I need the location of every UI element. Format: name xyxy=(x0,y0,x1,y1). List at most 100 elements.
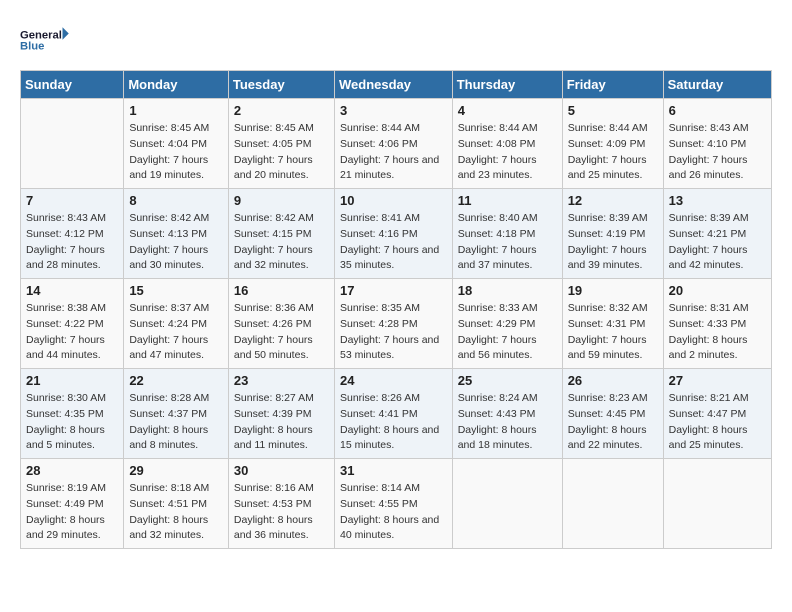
day-number: 20 xyxy=(669,283,766,298)
weekday-header-saturday: Saturday xyxy=(663,71,771,99)
calendar-cell: 27 Sunrise: 8:21 AMSunset: 4:47 PMDayligh… xyxy=(663,369,771,459)
day-number: 12 xyxy=(568,193,658,208)
day-info: Sunrise: 8:43 AMSunset: 4:12 PMDaylight:… xyxy=(26,211,118,274)
day-number: 13 xyxy=(669,193,766,208)
weekday-header-tuesday: Tuesday xyxy=(228,71,334,99)
calendar-cell: 6 Sunrise: 8:43 AMSunset: 4:10 PMDaylight… xyxy=(663,99,771,189)
page-header: General Blue xyxy=(20,20,772,60)
day-info: Sunrise: 8:39 AMSunset: 4:19 PMDaylight:… xyxy=(568,211,658,274)
day-info: Sunrise: 8:33 AMSunset: 4:29 PMDaylight:… xyxy=(458,301,557,364)
day-info: Sunrise: 8:37 AMSunset: 4:24 PMDaylight:… xyxy=(129,301,223,364)
day-info: Sunrise: 8:42 AMSunset: 4:13 PMDaylight:… xyxy=(129,211,223,274)
weekday-header-row: SundayMondayTuesdayWednesdayThursdayFrid… xyxy=(21,71,772,99)
day-info: Sunrise: 8:23 AMSunset: 4:45 PMDaylight:… xyxy=(568,391,658,454)
calendar-cell: 15 Sunrise: 8:37 AMSunset: 4:24 PMDayligh… xyxy=(124,279,229,369)
calendar-row-5: 28 Sunrise: 8:19 AMSunset: 4:49 PMDayligh… xyxy=(21,459,772,549)
day-info: Sunrise: 8:28 AMSunset: 4:37 PMDaylight:… xyxy=(129,391,223,454)
calendar-table: SundayMondayTuesdayWednesdayThursdayFrid… xyxy=(20,70,772,549)
svg-text:General: General xyxy=(20,29,62,41)
calendar-cell: 24Sunrise: 8:26 AMSunset: 4:41 PMDayligh… xyxy=(334,369,452,459)
weekday-header-friday: Friday xyxy=(562,71,663,99)
calendar-cell: 1 Sunrise: 8:45 AMSunset: 4:04 PMDaylight… xyxy=(124,99,229,189)
day-info: Sunrise: 8:31 AMSunset: 4:33 PMDaylight:… xyxy=(669,301,766,364)
calendar-cell: 9 Sunrise: 8:42 AMSunset: 4:15 PMDaylight… xyxy=(228,189,334,279)
calendar-cell: 12 Sunrise: 8:39 AMSunset: 4:19 PMDayligh… xyxy=(562,189,663,279)
logo: General Blue xyxy=(20,20,70,60)
calendar-row-3: 14Sunrise: 8:38 AMSunset: 4:22 PMDayligh… xyxy=(21,279,772,369)
calendar-cell: 21Sunrise: 8:30 AMSunset: 4:35 PMDayligh… xyxy=(21,369,124,459)
calendar-cell: 16Sunrise: 8:36 AMSunset: 4:26 PMDayligh… xyxy=(228,279,334,369)
calendar-cell: 11 Sunrise: 8:40 AMSunset: 4:18 PMDayligh… xyxy=(452,189,562,279)
day-info: Sunrise: 8:40 AMSunset: 4:18 PMDaylight:… xyxy=(458,211,557,274)
day-info: Sunrise: 8:24 AMSunset: 4:43 PMDaylight:… xyxy=(458,391,557,454)
calendar-row-4: 21Sunrise: 8:30 AMSunset: 4:35 PMDayligh… xyxy=(21,369,772,459)
day-info: Sunrise: 8:44 AMSunset: 4:06 PMDaylight:… xyxy=(340,121,447,184)
calendar-cell: 25 Sunrise: 8:24 AMSunset: 4:43 PMDayligh… xyxy=(452,369,562,459)
day-info: Sunrise: 8:16 AMSunset: 4:53 PMDaylight:… xyxy=(234,481,329,544)
calendar-cell: 19Sunrise: 8:32 AMSunset: 4:31 PMDayligh… xyxy=(562,279,663,369)
day-info: Sunrise: 8:19 AMSunset: 4:49 PMDaylight:… xyxy=(26,481,118,544)
calendar-cell: 17Sunrise: 8:35 AMSunset: 4:28 PMDayligh… xyxy=(334,279,452,369)
calendar-cell: 26Sunrise: 8:23 AMSunset: 4:45 PMDayligh… xyxy=(562,369,663,459)
day-info: Sunrise: 8:45 AMSunset: 4:05 PMDaylight:… xyxy=(234,121,329,184)
day-number: 25 xyxy=(458,373,557,388)
day-info: Sunrise: 8:42 AMSunset: 4:15 PMDaylight:… xyxy=(234,211,329,274)
day-info: Sunrise: 8:35 AMSunset: 4:28 PMDaylight:… xyxy=(340,301,447,364)
calendar-cell: 5 Sunrise: 8:44 AMSunset: 4:09 PMDaylight… xyxy=(562,99,663,189)
calendar-cell: 23 Sunrise: 8:27 AMSunset: 4:39 PMDayligh… xyxy=(228,369,334,459)
calendar-cell: 22 Sunrise: 8:28 AMSunset: 4:37 PMDayligh… xyxy=(124,369,229,459)
day-number: 6 xyxy=(669,103,766,118)
calendar-row-1: 1 Sunrise: 8:45 AMSunset: 4:04 PMDaylight… xyxy=(21,99,772,189)
calendar-row-2: 7Sunrise: 8:43 AMSunset: 4:12 PMDaylight… xyxy=(21,189,772,279)
day-number: 15 xyxy=(129,283,223,298)
day-number: 4 xyxy=(458,103,557,118)
day-info: Sunrise: 8:26 AMSunset: 4:41 PMDaylight:… xyxy=(340,391,447,454)
calendar-cell xyxy=(663,459,771,549)
day-number: 8 xyxy=(129,193,223,208)
day-info: Sunrise: 8:44 AMSunset: 4:08 PMDaylight:… xyxy=(458,121,557,184)
day-info: Sunrise: 8:39 AMSunset: 4:21 PMDaylight:… xyxy=(669,211,766,274)
day-info: Sunrise: 8:21 AMSunset: 4:47 PMDaylight:… xyxy=(669,391,766,454)
calendar-cell: 28 Sunrise: 8:19 AMSunset: 4:49 PMDayligh… xyxy=(21,459,124,549)
day-number: 27 xyxy=(669,373,766,388)
calendar-cell: 18 Sunrise: 8:33 AMSunset: 4:29 PMDayligh… xyxy=(452,279,562,369)
calendar-cell: 10Sunrise: 8:41 AMSunset: 4:16 PMDayligh… xyxy=(334,189,452,279)
calendar-cell: 2 Sunrise: 8:45 AMSunset: 4:05 PMDaylight… xyxy=(228,99,334,189)
weekday-header-wednesday: Wednesday xyxy=(334,71,452,99)
day-number: 1 xyxy=(129,103,223,118)
day-number: 23 xyxy=(234,373,329,388)
calendar-cell: 4 Sunrise: 8:44 AMSunset: 4:08 PMDaylight… xyxy=(452,99,562,189)
day-number: 31 xyxy=(340,463,447,478)
day-number: 2 xyxy=(234,103,329,118)
calendar-cell: 29 Sunrise: 8:18 AMSunset: 4:51 PMDayligh… xyxy=(124,459,229,549)
day-number: 28 xyxy=(26,463,118,478)
calendar-cell xyxy=(452,459,562,549)
weekday-header-monday: Monday xyxy=(124,71,229,99)
day-number: 9 xyxy=(234,193,329,208)
calendar-cell: 13 Sunrise: 8:39 AMSunset: 4:21 PMDayligh… xyxy=(663,189,771,279)
day-info: Sunrise: 8:14 AMSunset: 4:55 PMDaylight:… xyxy=(340,481,447,544)
day-number: 3 xyxy=(340,103,447,118)
day-info: Sunrise: 8:43 AMSunset: 4:10 PMDaylight:… xyxy=(669,121,766,184)
day-info: Sunrise: 8:36 AMSunset: 4:26 PMDaylight:… xyxy=(234,301,329,364)
day-info: Sunrise: 8:45 AMSunset: 4:04 PMDaylight:… xyxy=(129,121,223,184)
day-number: 30 xyxy=(234,463,329,478)
day-info: Sunrise: 8:41 AMSunset: 4:16 PMDaylight:… xyxy=(340,211,447,274)
day-info: Sunrise: 8:27 AMSunset: 4:39 PMDaylight:… xyxy=(234,391,329,454)
calendar-cell xyxy=(21,99,124,189)
day-number: 29 xyxy=(129,463,223,478)
calendar-cell: 3 Sunrise: 8:44 AMSunset: 4:06 PMDaylight… xyxy=(334,99,452,189)
day-number: 5 xyxy=(568,103,658,118)
day-info: Sunrise: 8:32 AMSunset: 4:31 PMDaylight:… xyxy=(568,301,658,364)
day-number: 18 xyxy=(458,283,557,298)
day-info: Sunrise: 8:18 AMSunset: 4:51 PMDaylight:… xyxy=(129,481,223,544)
weekday-header-thursday: Thursday xyxy=(452,71,562,99)
calendar-cell: 8 Sunrise: 8:42 AMSunset: 4:13 PMDaylight… xyxy=(124,189,229,279)
day-number: 11 xyxy=(458,193,557,208)
calendar-cell: 31 Sunrise: 8:14 AMSunset: 4:55 PMDayligh… xyxy=(334,459,452,549)
calendar-cell: 30 Sunrise: 8:16 AMSunset: 4:53 PMDayligh… xyxy=(228,459,334,549)
day-info: Sunrise: 8:44 AMSunset: 4:09 PMDaylight:… xyxy=(568,121,658,184)
day-info: Sunrise: 8:38 AMSunset: 4:22 PMDaylight:… xyxy=(26,301,118,364)
calendar-cell: 20 Sunrise: 8:31 AMSunset: 4:33 PMDayligh… xyxy=(663,279,771,369)
day-number: 22 xyxy=(129,373,223,388)
